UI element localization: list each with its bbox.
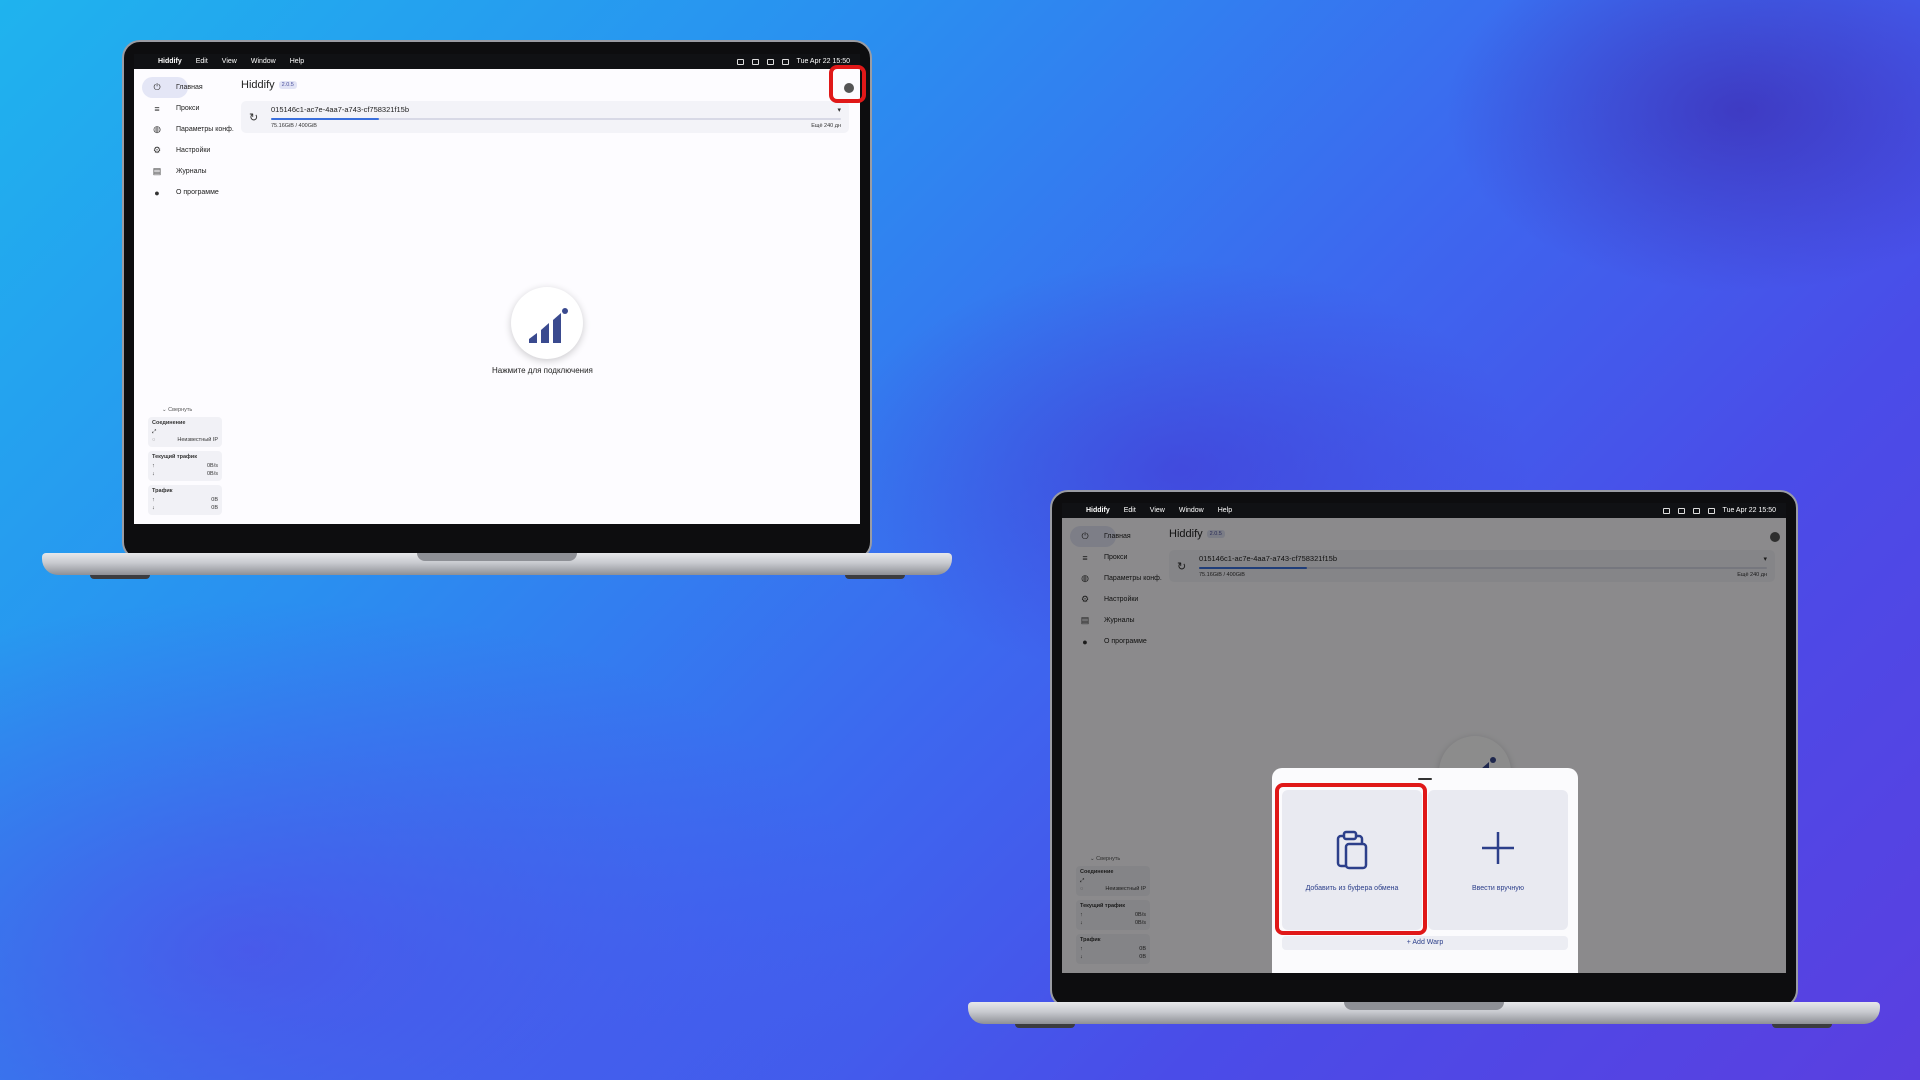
hiddify-logo-icon: [529, 308, 568, 343]
manual-label: Ввести вручную: [1471, 885, 1525, 892]
menu-app-name[interactable]: Hiddify: [158, 58, 182, 65]
menu-window[interactable]: Window: [251, 58, 276, 65]
sidebar-item-proxies[interactable]: ≡ Прокси: [142, 98, 230, 119]
menu-help[interactable]: Help: [1218, 507, 1232, 514]
menu-help[interactable]: Help: [290, 58, 304, 65]
gear-icon: ⚙: [152, 145, 162, 155]
page-title: Hiddify 2.0.5: [241, 79, 297, 91]
app-window: ⏻ Главная ≡ Прокси ◍ Параметры конф. ⚙ Настр…: [134, 69, 860, 524]
connection-card: Соединение ⤢ ◌ Неизвестный IP: [148, 417, 222, 447]
menu-view[interactable]: View: [222, 58, 237, 65]
usage-text: 75.16GiB / 400GiB: [271, 123, 317, 129]
download-icon: ↓: [152, 471, 155, 477]
status-icon[interactable]: [736, 58, 744, 65]
plus-icon: [1482, 832, 1514, 864]
remaining-days: Ещё 240 дн: [811, 123, 841, 129]
stats-panel: ⌄ Свернуть Соединение ⤢ ◌ Неизвестный IP …: [148, 407, 222, 519]
battery-icon[interactable]: [1692, 507, 1700, 514]
menu-clock: Tue Apr 22 15:50: [796, 58, 850, 65]
usage-progress-bar: [271, 118, 841, 120]
highlight-clipboard-option: [1275, 783, 1427, 935]
traffic-card: Трафик ↑ 0B ↓ 0B: [148, 485, 222, 515]
refresh-icon[interactable]: ↻: [249, 111, 258, 124]
menu-window[interactable]: Window: [1179, 507, 1204, 514]
current-traffic-card: Текущий трафик ↑ 0B/s ↓ 0B/s: [148, 451, 222, 481]
menu-edit[interactable]: Edit: [196, 58, 208, 65]
sidebar-item-logs[interactable]: ▤ Журналы: [142, 161, 230, 182]
info-icon: ●: [154, 187, 160, 198]
menu-edit[interactable]: Edit: [1124, 507, 1136, 514]
enter-manually-button[interactable]: Ввести вручную: [1428, 790, 1568, 930]
profile-card[interactable]: ↻ 015146c1-ac7e-4aa7-a743-cf758321f15b ▾…: [241, 101, 849, 133]
laptop-left-base: [42, 553, 952, 575]
search-icon[interactable]: [781, 58, 789, 65]
sidebar-item-settings[interactable]: ⚙ Настройки: [142, 140, 230, 161]
globe-icon: ◍: [153, 124, 161, 134]
wifi-icon[interactable]: [751, 58, 759, 65]
collapse-stats-button[interactable]: ⌄ Свернуть: [148, 407, 222, 413]
connect-button[interactable]: [511, 287, 583, 359]
ip-icon: ◌: [152, 437, 156, 443]
power-icon: ⏻: [153, 82, 161, 92]
menu-bar: Hiddify Edit View Window Help Tue Apr 22…: [134, 54, 860, 69]
menu-view[interactable]: View: [1150, 507, 1165, 514]
status-icon[interactable]: [1662, 507, 1670, 514]
download-icon: ↓: [152, 505, 155, 511]
upload-icon: ↑: [152, 497, 155, 503]
laptop-right-base: [968, 1002, 1880, 1024]
filter-icon: ≡: [154, 103, 160, 114]
menu-clock: Tue Apr 22 15:50: [1722, 507, 1776, 514]
highlight-add-profile: [829, 65, 866, 103]
upload-icon: ↑: [152, 463, 155, 469]
menu-bar: Hiddify Edit View Window Help Tue Apr 22…: [1062, 503, 1786, 518]
wifi-icon[interactable]: [1677, 507, 1685, 514]
menu-app-name[interactable]: Hiddify: [1086, 507, 1110, 514]
sidebar-item-home[interactable]: ⏻ Главная: [142, 77, 203, 98]
chevron-down-icon[interactable]: ▾: [837, 106, 841, 114]
sheet-drag-handle[interactable]: [1418, 778, 1432, 780]
sidebar-item-config[interactable]: ◍ Параметры конф.: [142, 119, 234, 140]
laptop-left-screen: Hiddify Edit View Window Help Tue Apr 22…: [134, 54, 860, 524]
add-warp-button[interactable]: + Add Warp: [1282, 936, 1568, 950]
sidebar-item-about[interactable]: ● О программе: [142, 182, 230, 203]
connect-label: Нажмите для подключения: [492, 366, 593, 375]
profile-name: 015146c1-ac7e-4aa7-a743-cf758321f15b: [271, 105, 410, 114]
sidebar: ⏻ Главная ≡ Прокси ◍ Параметры конф. ⚙ Настр…: [142, 77, 234, 203]
document-icon: ▤: [152, 166, 162, 176]
search-icon[interactable]: [1707, 507, 1715, 514]
connection-icon: ⤢: [152, 429, 157, 435]
version-badge: 2.0.5: [278, 81, 297, 90]
battery-icon[interactable]: [766, 58, 774, 65]
